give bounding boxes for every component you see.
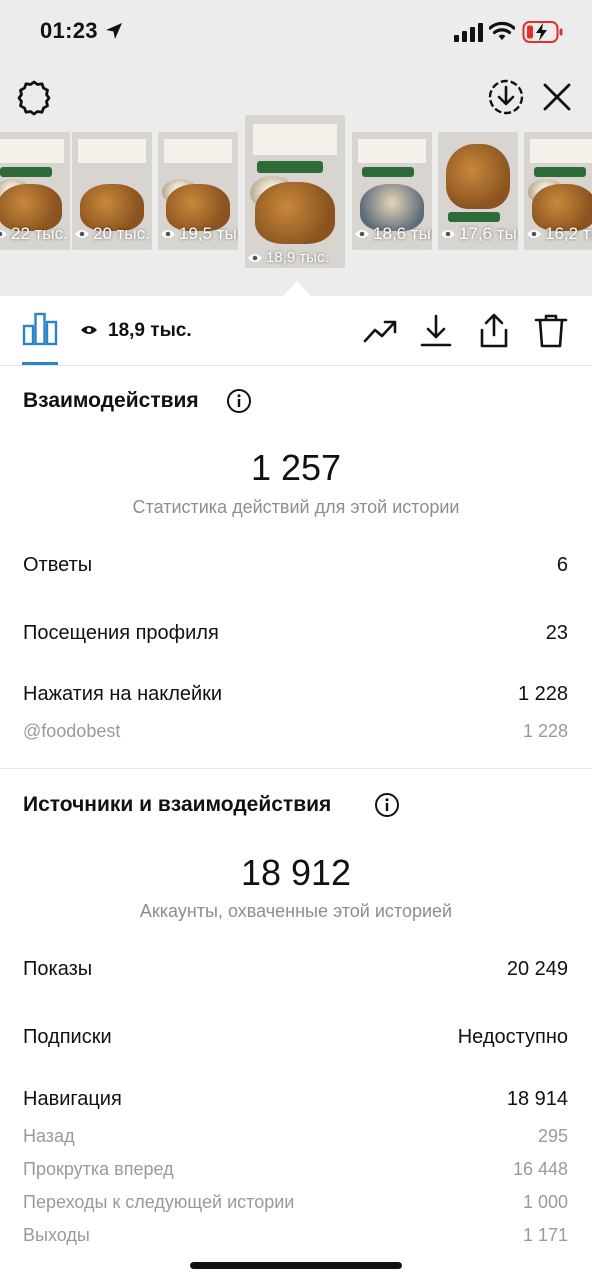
info-icon[interactable] <box>226 388 252 414</box>
download-icon[interactable] <box>418 313 454 349</box>
story-views-label: 18,6 тыс. <box>373 224 432 243</box>
impressions-label: Показы <box>23 958 93 980</box>
next-story-value: 1 000 <box>522 1192 568 1212</box>
battery-charging-icon <box>522 21 563 43</box>
back-value: 295 <box>537 1126 568 1146</box>
navigation-label: Навигация <box>23 1088 122 1110</box>
eye-icon <box>0 230 7 238</box>
story-views-label: 20 тыс. <box>93 224 150 243</box>
story-thumbnail[interactable]: 18,6 тыс. <box>352 132 432 250</box>
delete-trash-icon[interactable] <box>533 313 569 349</box>
eye-icon <box>161 230 175 238</box>
insights-bar-chart-icon[interactable] <box>22 312 58 346</box>
thumb-mention-sticker <box>0 167 53 177</box>
follows-label: Подписки <box>23 1026 112 1048</box>
active-tab-indicator <box>22 362 58 365</box>
trending-promote-icon[interactable] <box>362 313 398 349</box>
thumb-caption-image <box>253 124 337 155</box>
reach-total: 18 912 <box>240 852 352 893</box>
story-thumbnails-strip: 22 тыс. 20 тыс. 19,5 тыс. <box>0 112 592 272</box>
thumb-caption-image <box>164 139 232 163</box>
story-thumbnail[interactable]: 19,5 тыс. <box>158 132 238 250</box>
back-label: Назад <box>23 1126 75 1146</box>
views-count: 18,9 тыс. <box>108 320 192 341</box>
mention-sticker-value: 1 228 <box>522 721 568 741</box>
profile-visits-label: Посещения профиля <box>23 622 219 644</box>
thumb-food-image <box>446 143 510 209</box>
story-views-label: 17,6 тыс. <box>459 224 518 243</box>
impressions-value: 20 249 <box>506 958 568 980</box>
eye-icon <box>248 253 262 262</box>
sticker-taps-label: Нажатия на наклейки <box>23 683 223 705</box>
eye-icon <box>75 230 89 238</box>
eye-icon <box>355 230 369 238</box>
section-divider <box>0 768 592 769</box>
follows-value: Недоступно <box>457 1026 568 1048</box>
story-views-label: 19,5 тыс. <box>179 224 238 243</box>
section-title-discovery: Источники и взаимодействия <box>23 793 332 816</box>
thumb-mention-sticker <box>533 167 587 177</box>
thumb-caption-image <box>530 139 592 163</box>
interactions-total: 1 257 <box>250 447 342 488</box>
eye-icon <box>441 230 455 238</box>
navigation-value: 18 914 <box>506 1088 568 1110</box>
replies-label: Ответы <box>23 554 93 576</box>
next-story-label: Переходы к следующей истории <box>23 1192 295 1212</box>
story-toolbar: 18,9 тыс. <box>0 296 592 366</box>
thumb-mention-sticker <box>361 167 415 177</box>
mention-sticker-label: @foodobest <box>23 721 121 741</box>
thumb-caption-image <box>358 139 426 163</box>
forward-value: 16 448 <box>512 1159 568 1179</box>
story-thumbnail[interactable]: 22 тыс. <box>0 132 70 250</box>
status-bar: 01:23 <box>0 0 592 64</box>
wifi-icon <box>489 21 515 40</box>
cellular-signal-icon <box>454 23 483 42</box>
story-thumbnail[interactable]: 17,6 тыс. <box>438 132 518 250</box>
interactions-caption: Статистика действий для этой истории <box>132 497 460 517</box>
exits-label: Выходы <box>23 1225 90 1245</box>
thumb-food-image <box>255 182 335 244</box>
story-views-label: 18,9 тыс. <box>266 249 329 266</box>
profile-visits-value: 23 <box>545 622 568 644</box>
close-icon[interactable] <box>540 80 574 114</box>
exits-value: 1 171 <box>522 1225 568 1245</box>
story-header-area: 01:23 22 тыс. 20 тыс. 19,5 ты 18,9 тыс. … <box>0 0 592 296</box>
story-views-label: 16,2 тыс. <box>545 224 592 243</box>
thumb-mention-sticker <box>257 160 323 174</box>
selected-story-pointer <box>283 281 311 296</box>
story-views-label: 22 тыс. <box>11 224 68 243</box>
share-icon[interactable] <box>476 313 512 349</box>
story-thumbnail[interactable]: 20 тыс. <box>72 132 152 250</box>
thumb-mention-sticker <box>447 212 501 222</box>
forward-label: Прокрутка вперед <box>23 1159 174 1179</box>
eye-icon <box>81 326 97 334</box>
sticker-taps-value: 1 228 <box>517 683 568 705</box>
section-title-interactions: Взаимодействия <box>23 389 199 412</box>
eye-icon <box>527 230 541 238</box>
home-indicator[interactable] <box>190 1262 402 1269</box>
story-thumbnail[interactable]: 16,2 тыс. <box>524 132 592 250</box>
replies-value: 6 <box>556 554 568 576</box>
status-time: 01:23 <box>40 18 98 43</box>
thumb-caption-image <box>78 139 146 163</box>
thumb-caption-image <box>0 139 64 163</box>
story-thumbnail-selected[interactable]: 18,9 тыс. <box>245 115 345 268</box>
save-story-icon[interactable] <box>486 77 526 117</box>
location-arrow-icon <box>106 23 122 39</box>
info-icon[interactable] <box>374 792 400 818</box>
reach-caption: Аккаунты, охваченные этой историей <box>139 901 453 921</box>
